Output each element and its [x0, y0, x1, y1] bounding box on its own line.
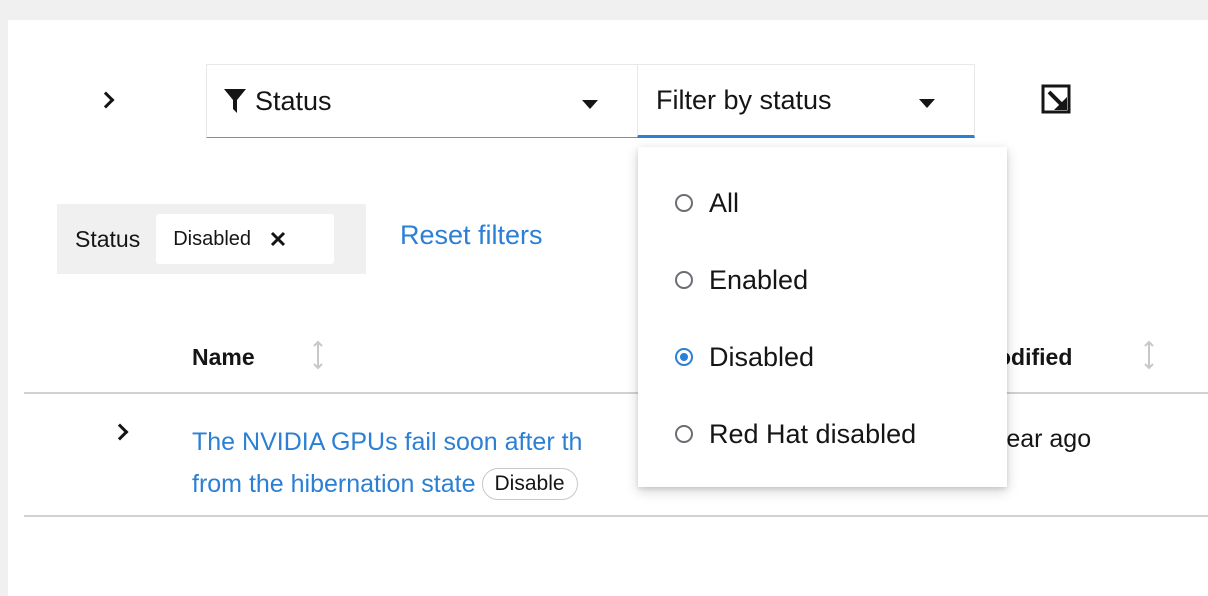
radio-button[interactable] — [675, 194, 693, 212]
caret-down-icon — [919, 99, 935, 108]
menu-option-label: Red Hat disabled — [709, 418, 917, 449]
row-modified-value: rear ago — [998, 425, 1092, 453]
row-title-line: from the hibernation state — [192, 470, 476, 498]
chip-group-category: Status — [75, 225, 141, 252]
status-filter-menu: All Enabled Disabled Red Hat disabled — [638, 147, 1007, 487]
menu-option-disabled[interactable]: Disabled — [638, 327, 1007, 387]
table-row-title[interactable]: The NVIDIA GPUs fail soon after th from … — [192, 421, 662, 505]
column-header-modified[interactable]: odified — [997, 344, 1072, 371]
row-expand-toggle[interactable] — [111, 422, 132, 442]
sort-icon[interactable] — [1142, 340, 1156, 370]
reset-filters-link[interactable]: Reset filters — [400, 220, 543, 251]
filter-chip-group: Status Disabled — [57, 204, 366, 274]
menu-option-all[interactable]: All — [638, 173, 1007, 233]
filter-chip: Disabled — [156, 214, 335, 264]
row-title-line: The NVIDIA GPUs fail soon after th — [192, 428, 583, 456]
chevron-right-icon — [97, 91, 115, 109]
caret-down-icon — [582, 100, 598, 109]
content-panel: Status Filter by status Status Disabled … — [8, 20, 1208, 596]
status-badge: Disable — [481, 468, 578, 500]
menu-option-label: Enabled — [709, 264, 809, 295]
menu-option-red-hat-disabled[interactable]: Red Hat disabled — [638, 404, 1007, 464]
status-filter-placeholder: Filter by status — [656, 84, 832, 115]
expand-toolbar-toggle[interactable] — [97, 90, 118, 110]
radio-button-checked[interactable] — [675, 348, 693, 366]
status-filter-select[interactable]: Filter by status — [637, 64, 975, 138]
radio-button[interactable] — [675, 271, 693, 289]
radio-button[interactable] — [675, 425, 693, 443]
column-header-name[interactable]: Name — [192, 344, 255, 371]
menu-option-label: Disabled — [709, 341, 815, 372]
attribute-select-label: Status — [255, 85, 332, 116]
filter-icon — [224, 89, 246, 113]
menu-option-enabled[interactable]: Enabled — [638, 250, 1007, 310]
close-icon[interactable] — [269, 230, 287, 248]
chevron-right-icon — [111, 423, 129, 441]
filter-chip-label: Disabled — [173, 227, 252, 250]
sort-icon[interactable] — [311, 340, 325, 370]
menu-option-label: All — [709, 187, 740, 218]
attribute-select[interactable]: Status — [206, 64, 637, 138]
table-header-divider — [24, 392, 1208, 394]
table-row-divider — [24, 515, 1208, 517]
export-icon[interactable] — [1040, 83, 1074, 117]
